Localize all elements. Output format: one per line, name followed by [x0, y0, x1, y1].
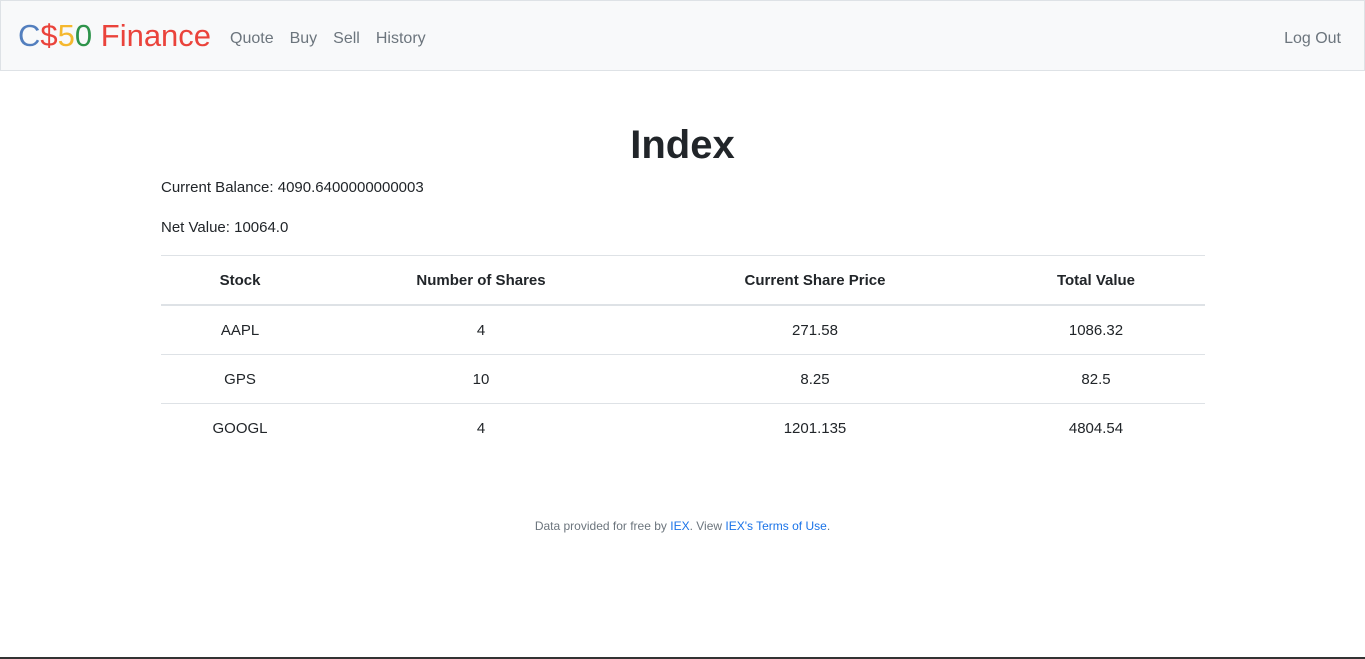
header-total-value: Total Value — [987, 255, 1205, 306]
iex-link[interactable]: IEX — [670, 519, 689, 533]
footer-prefix: Data provided for free by — [534, 519, 671, 533]
logout-link[interactable]: Log Out — [1284, 27, 1341, 51]
brand-digit-0: 0 — [74, 18, 93, 53]
table-header-row: Stock Number of Shares Current Share Pri… — [161, 255, 1205, 306]
holdings-table: Stock Number of Shares Current Share Pri… — [161, 255, 1205, 452]
nav-links: Quote Buy Sell History — [230, 27, 442, 51]
navbar: C$50 Finance Quote Buy Sell History Log … — [0, 0, 1365, 71]
cell-price: 271.58 — [792, 321, 838, 339]
nav-link-history[interactable]: History — [376, 27, 426, 51]
cell-shares: 4 — [319, 403, 643, 452]
page-title: Index — [630, 123, 735, 167]
table-row: GOOGL 4 1201.135 4804.54 — [161, 403, 1205, 452]
cell-price: 1201.135 — [643, 403, 987, 452]
header-stock: Stock — [161, 255, 319, 306]
holdings-table-header: Stock Number of Shares Current Share Pri… — [161, 255, 1205, 306]
cell-stock: GOOGL — [161, 403, 319, 452]
cell-stock: GPS — [161, 354, 319, 404]
brand-finance: Finance — [92, 18, 212, 53]
cell-stock: AAPL — [220, 321, 260, 339]
brand-digit-5: 5 — [57, 18, 75, 53]
header-current-share-price: Current Share Price — [643, 255, 987, 306]
nav-link-buy[interactable]: Buy — [290, 27, 318, 51]
nav-link-quote[interactable]: Quote — [230, 27, 274, 51]
net-value: Net Value: 10064.0 — [161, 219, 289, 236]
holdings-table-body: AAPL 4 271.58 1086.32 GPS 10 8.25 82.5 G… — [161, 305, 1205, 452]
cell-shares: 4 — [476, 321, 486, 339]
nav-link-sell[interactable]: Sell — [333, 27, 360, 51]
table-row: GPS 10 8.25 82.5 — [161, 354, 1205, 404]
cell-total: 82.5 — [987, 354, 1205, 404]
cell-total: 1086.32 — [1068, 321, 1124, 339]
footer-middle: . View — [689, 519, 726, 533]
table-row: AAPL 4 271.58 1086.32 — [161, 305, 1205, 355]
cell-total: 4804.54 — [987, 403, 1205, 452]
current-balance: Current Balance: 4090.6400000000003 — [161, 179, 424, 196]
footer-suffix: . — [826, 519, 831, 533]
header-number-of-shares: Number of Shares — [319, 255, 643, 306]
cell-price: 8.25 — [643, 354, 987, 404]
brand-logo-link[interactable]: C$50 Finance — [18, 16, 211, 56]
brand-dollar: $ — [40, 18, 58, 53]
cell-shares: 10 — [319, 354, 643, 404]
brand-letter-c: C — [18, 18, 41, 53]
footer: Data provided for free by IEX. View IEX'… — [0, 518, 1365, 534]
iex-terms-link[interactable]: IEX's Terms of Use — [725, 519, 826, 533]
